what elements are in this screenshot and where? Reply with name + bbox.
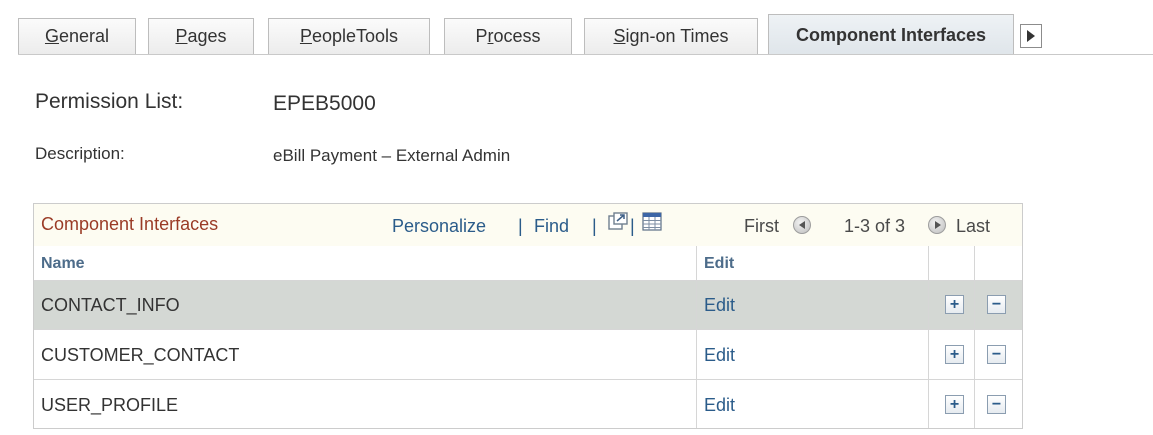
add-row-button[interactable]: + xyxy=(945,345,964,364)
component-interfaces-grid: Component Interfaces Personalize | Find … xyxy=(33,203,1023,429)
zoom-window-icon[interactable] xyxy=(608,212,628,231)
add-row-button[interactable]: + xyxy=(945,395,964,414)
tab-general[interactable]: General xyxy=(18,18,136,54)
tab-label: Pages xyxy=(175,26,227,46)
tab-label: Component Interfaces xyxy=(795,24,987,45)
previous-circle-icon[interactable] xyxy=(793,216,811,234)
row-range: 1-3 of 3 xyxy=(844,216,906,236)
separator: | xyxy=(518,216,523,236)
grid-header: Component Interfaces Personalize | Find … xyxy=(34,204,1022,247)
grid-download-icon[interactable] xyxy=(642,212,662,231)
column-header-row: Name Edit xyxy=(34,246,1022,281)
tab-sign-on-times[interactable]: Sign-on Times xyxy=(584,18,758,54)
table-row[interactable]: CUSTOMER_CONTACT Edit + − xyxy=(34,331,1022,380)
tab-peopletools[interactable]: PeopleTools xyxy=(268,18,430,54)
column-divider xyxy=(928,246,929,428)
tab-label: PeopleTools xyxy=(299,26,399,46)
row-name: CUSTOMER_CONTACT xyxy=(41,345,240,365)
tab-pages[interactable]: Pages xyxy=(148,18,254,54)
table-row[interactable]: USER_PROFILE Edit + − xyxy=(34,381,1022,430)
edit-link[interactable]: Edit xyxy=(704,345,735,366)
tab-process[interactable]: Process xyxy=(444,18,572,54)
separator: | xyxy=(630,216,635,236)
column-header-name: Name xyxy=(41,255,85,272)
permission-list-value: EPEB5000 xyxy=(273,92,376,115)
tab-baseline xyxy=(18,54,1153,55)
last-label: Last xyxy=(956,216,991,236)
next-circle-icon[interactable] xyxy=(928,216,946,234)
tab-bar: General Pages PeopleTools Process Sign-o… xyxy=(18,14,1153,55)
find-link[interactable]: Find xyxy=(534,216,569,237)
column-divider xyxy=(696,246,697,428)
personalize-link[interactable]: Personalize xyxy=(392,216,486,237)
description-label: Description: xyxy=(35,144,125,163)
column-divider xyxy=(974,246,975,428)
tab-label: Sign-on Times xyxy=(613,26,729,46)
separator: | xyxy=(592,216,597,236)
tab-component-interfaces[interactable]: Component Interfaces xyxy=(768,14,1014,55)
edit-link[interactable]: Edit xyxy=(704,395,735,416)
delete-row-button[interactable]: − xyxy=(987,345,1006,364)
table-row[interactable]: CONTACT_INFO Edit + − xyxy=(34,281,1022,330)
description-value: eBill Payment – External Admin xyxy=(273,146,511,165)
row-name: USER_PROFILE xyxy=(41,395,179,415)
edit-link[interactable]: Edit xyxy=(704,295,735,316)
triangle-left-glyph xyxy=(798,221,805,229)
tab-label: General xyxy=(44,26,110,46)
row-name: CONTACT_INFO xyxy=(41,295,180,315)
permission-list-label: Permission List: xyxy=(35,90,184,113)
column-header-edit: Edit xyxy=(704,255,735,272)
tab-label: Process xyxy=(475,26,541,46)
delete-row-button[interactable]: − xyxy=(987,395,1006,414)
first-label: First xyxy=(744,216,779,236)
grid-title: Component Interfaces xyxy=(41,214,219,234)
triangle-right-glyph xyxy=(1027,30,1035,42)
chevron-right-icon[interactable] xyxy=(1020,24,1042,48)
delete-row-button[interactable]: − xyxy=(987,295,1006,314)
triangle-right-glyph xyxy=(934,221,941,229)
add-row-button[interactable]: + xyxy=(945,295,964,314)
